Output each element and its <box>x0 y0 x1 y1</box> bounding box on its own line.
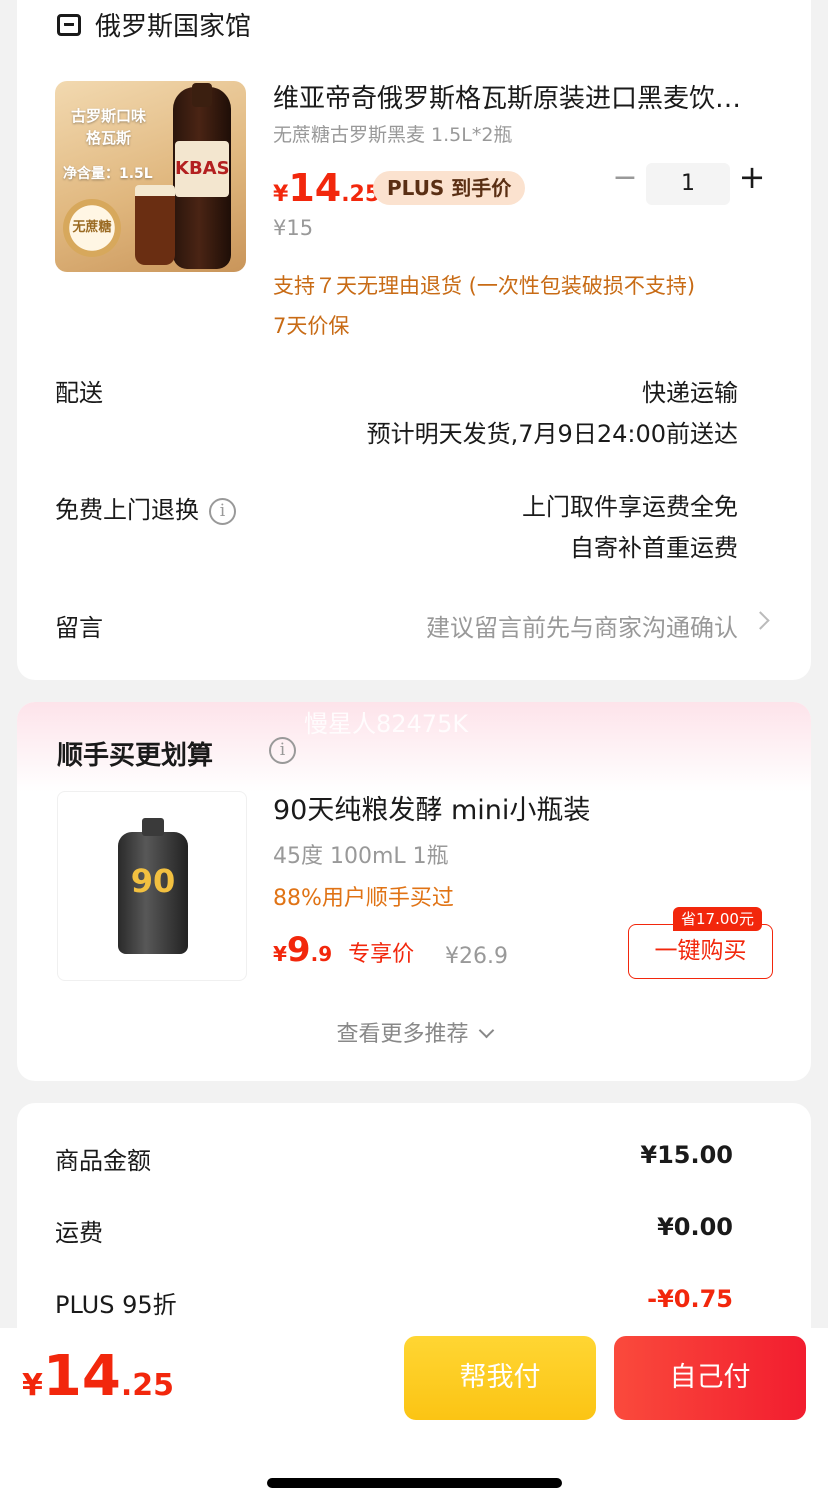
recommend-price: ¥ 9 .9 专享价 <box>273 930 415 970</box>
pickup-line1: 上门取件享运费全免 <box>522 493 738 521</box>
checkout-bar: ¥ 14 .25 帮我付 自己付 <box>0 1328 828 1505</box>
product-image-line2: 格瓦斯 <box>86 129 132 147</box>
original-price: ¥15 <box>273 216 314 240</box>
product-title[interactable]: 维亚帝奇俄罗斯格瓦斯原装进口黑麦饮… <box>273 78 773 115</box>
recommend-item-spec: 45度 100mL 1瓶 <box>273 844 449 869</box>
product-price: ¥ 14 .25 <box>273 166 381 210</box>
free-pickup-row[interactable]: 免费上门退换 i <box>55 490 236 525</box>
bottle-label: 90 <box>130 862 176 900</box>
chevron-down-icon <box>478 1022 494 1039</box>
pay-myself-button[interactable]: 自己付 <box>614 1336 806 1420</box>
product-card: 俄罗斯国家馆 古罗斯口味 格瓦斯 净含量：1.5L KBAS 无蔗糖 维亚帝奇俄… <box>17 0 811 680</box>
more-recommendations-label: 查看更多推荐 <box>336 1022 469 1047</box>
more-recommendations-button[interactable]: 查看更多推荐 <box>17 1016 811 1048</box>
plus-discount-label: PLUS 95折 <box>55 1291 177 1319</box>
bottle-label: KBAS <box>175 141 230 197</box>
shipping-label: 运费 <box>55 1219 103 1247</box>
shipping-value: ¥0.00 <box>657 1213 733 1241</box>
product-spec[interactable]: 无蔗糖古罗斯黑麦 1.5L*2瓶 <box>273 120 512 147</box>
watermark: 慢星人82475K <box>304 710 469 738</box>
goods-amount-value: ¥15.00 <box>640 1141 733 1169</box>
help-me-pay-button[interactable]: 帮我付 <box>404 1336 596 1420</box>
return-policy: 支持７天无理由退货 (一次性包装破损不支持) <box>273 274 696 298</box>
message-input[interactable]: 建议留言前先与商家沟通确认 <box>426 608 738 643</box>
price-protection: 7天价保 <box>273 314 350 338</box>
shop-name: 俄罗斯国家馆 <box>95 12 252 42</box>
recommend-original-price: ¥26.9 <box>445 944 508 969</box>
chevron-right-icon[interactable] <box>751 611 770 630</box>
product-image-line1: 古罗斯口味 <box>71 107 147 125</box>
delivery-eta: 预计明天发货,7月9日24:00前送达 <box>366 420 738 448</box>
product-image[interactable]: 古罗斯口味 格瓦斯 净含量：1.5L KBAS 无蔗糖 <box>55 81 246 272</box>
quantity-decrease-button[interactable]: − <box>611 160 639 195</box>
plus-discount-value: -¥0.75 <box>647 1285 733 1313</box>
recommend-title: 顺手买更划算 <box>57 741 214 771</box>
savings-badge: 省17.00元 <box>673 907 762 931</box>
product-image-net: 净含量：1.5L <box>63 166 153 182</box>
glass-graphic <box>135 185 175 265</box>
info-icon[interactable]: i <box>269 737 296 764</box>
recommend-card: 慢星人82475K 顺手买更划算 i 90 90天纯粮发酵 mini小瓶装 45… <box>17 702 811 1081</box>
quantity-increase-button[interactable]: + <box>737 158 767 196</box>
shop-header[interactable]: 俄罗斯国家馆 <box>57 6 251 43</box>
plus-price-tag: PLUS 到手价 <box>373 171 526 205</box>
recommend-item-image[interactable]: 90 <box>57 791 247 981</box>
free-pickup-label: 免费上门退换 <box>55 496 199 524</box>
one-click-buy-button[interactable]: 一键购买 <box>628 924 773 979</box>
pickup-line2: 自寄补首重运费 <box>570 534 738 562</box>
quantity-input[interactable]: 1 <box>646 163 730 205</box>
store-icon <box>57 13 81 36</box>
delivery-method: 快递运输 <box>642 379 738 407</box>
info-icon[interactable]: i <box>209 497 236 525</box>
goods-amount-label: 商品金额 <box>55 1147 151 1175</box>
total-price: ¥ 14 .25 <box>22 1344 174 1409</box>
delivery-label: 配送 <box>55 379 103 407</box>
exclusive-price-tag: 专享价 <box>348 942 415 967</box>
message-label: 留言 <box>55 614 103 642</box>
liquor-bottle-graphic: 90 <box>118 818 188 954</box>
recommend-bought-rate: 88%用户顺手买过 <box>273 886 454 911</box>
recommend-item-name[interactable]: 90天纯粮发酵 mini小瓶装 <box>273 788 590 827</box>
home-indicator[interactable] <box>267 1478 562 1488</box>
no-sugar-seal: 无蔗糖 <box>63 199 121 257</box>
